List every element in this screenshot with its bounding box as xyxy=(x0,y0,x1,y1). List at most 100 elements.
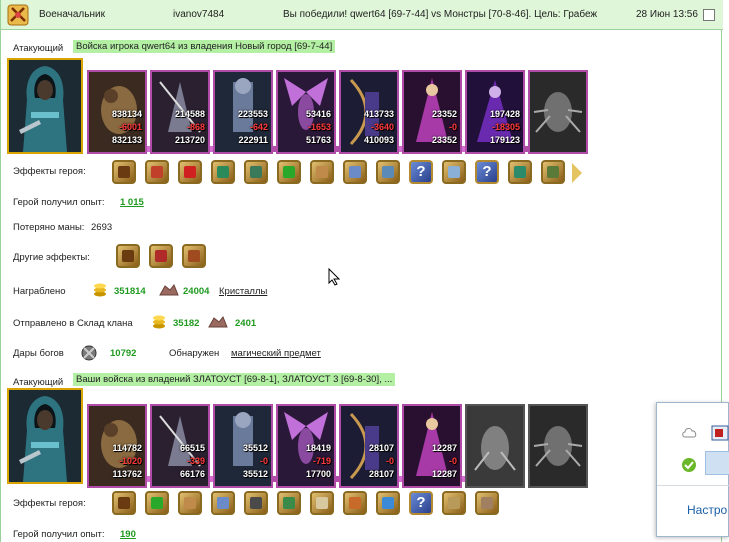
effect-mail-icon[interactable] xyxy=(376,160,400,184)
hero-exp-label: Герой получил опыт: xyxy=(13,529,105,540)
unit-total: 28107 xyxy=(368,443,394,453)
hero-exp-value[interactable]: 190 xyxy=(120,529,136,540)
select-checkbox[interactable] xyxy=(703,9,715,21)
effect-boots-icon[interactable] xyxy=(508,160,532,184)
unit-lost: -0 xyxy=(448,456,457,466)
unit-total: 214588 xyxy=(174,109,205,119)
unit-left: 35512 xyxy=(242,469,268,479)
effect-unknown-icon[interactable]: ? xyxy=(409,160,433,184)
effect-sword-icon[interactable] xyxy=(145,491,169,515)
other-effects-label: Другие эффекты: xyxy=(13,252,90,263)
screenshot-tool-icon[interactable] xyxy=(705,451,729,475)
hero-exp-value[interactable]: 1 015 xyxy=(120,197,144,208)
player-name[interactable]: ivanov7484 xyxy=(173,9,224,20)
unit-left: 17700 xyxy=(305,469,331,479)
mouse-cursor-icon xyxy=(328,268,340,286)
other-effect-shield-icon[interactable] xyxy=(116,244,140,268)
effect-handshake-icon[interactable] xyxy=(310,160,334,184)
effect-unknown-icon[interactable]: ? xyxy=(409,491,433,515)
effect-gem-icon[interactable] xyxy=(376,491,400,515)
effect-handshake-icon[interactable] xyxy=(178,491,202,515)
unit-left: 179123 xyxy=(489,135,520,145)
unit-card[interactable] xyxy=(528,70,588,154)
cloud-icon[interactable] xyxy=(681,425,699,439)
effect-shield-icon[interactable] xyxy=(112,160,136,184)
effect-amulet-icon[interactable] xyxy=(343,491,367,515)
unit-total: 23352 xyxy=(431,109,457,119)
effect-spear-icon[interactable] xyxy=(475,491,499,515)
gold-coins-icon xyxy=(153,315,165,329)
unit-lost: -868 xyxy=(186,122,205,132)
unit-lost: -0 xyxy=(448,122,457,132)
unit-card[interactable]: 18419 -719 17700 xyxy=(276,404,336,488)
hero-portrait[interactable] xyxy=(7,388,83,484)
unit-left: 213720 xyxy=(174,135,205,145)
unit-lost: -0 xyxy=(385,456,394,466)
effect-hand-icon[interactable] xyxy=(343,160,367,184)
gods-gifts-label: Дары богов xyxy=(13,348,64,359)
found-label: Обнаружен xyxy=(169,348,220,359)
effects-scroll-right-icon[interactable] xyxy=(572,163,582,183)
other-effect-warrior-icon[interactable] xyxy=(149,244,173,268)
unit-total: 18419 xyxy=(305,443,331,453)
unit-spider-knight-icon xyxy=(530,406,586,486)
other-effect-fist-icon[interactable] xyxy=(182,244,206,268)
battle-report-window: Военачальник ivanov7484 Вы победили! qwe… xyxy=(0,0,723,542)
effect-wings-icon[interactable] xyxy=(310,491,334,515)
hero-effects-label: Эффекты героя: xyxy=(13,166,86,177)
security-app-icon[interactable] xyxy=(711,425,729,441)
effect-helm-icon[interactable] xyxy=(244,160,268,184)
effect-staff-icon[interactable] xyxy=(442,491,466,515)
unit-card[interactable]: 35512 -0 35512 xyxy=(213,404,273,488)
crystals-link[interactable]: Кристаллы xyxy=(219,286,267,297)
unit-total: 413733 xyxy=(363,109,394,119)
clan-storage-gold-value: 35182 xyxy=(173,318,200,329)
battle-datetime: 28 Июн 13:56 xyxy=(636,9,698,20)
unit-total: 223553 xyxy=(237,109,268,119)
unit-card[interactable]: 114782 -1020 113762 xyxy=(87,404,147,488)
unit-card[interactable]: 223553 -642 222911 xyxy=(213,70,273,154)
unit-left: 410093 xyxy=(363,135,394,145)
army-row: 838134 -6001 832133 214588 -868 213720 2… xyxy=(5,56,588,160)
unit-left: 12287 xyxy=(431,469,457,479)
unit-card[interactable]: 197428 -18305 179123 xyxy=(465,70,525,154)
unit-card[interactable] xyxy=(465,404,525,488)
unit-card[interactable]: 413733 -3640 410093 xyxy=(339,70,399,154)
unit-card[interactable]: 28107 -0 28107 xyxy=(339,404,399,488)
unit-lost: -339 xyxy=(186,456,205,466)
unit-lost: -1653 xyxy=(307,122,331,132)
effect-ring-icon[interactable] xyxy=(244,491,268,515)
unit-card[interactable]: 23352 -0 23352 xyxy=(402,70,462,154)
unit-left: 113762 xyxy=(112,469,142,479)
settings-link[interactable]: Настро xyxy=(687,503,727,517)
popup-separator xyxy=(657,485,729,486)
effect-hand-icon[interactable] xyxy=(211,491,235,515)
unit-card[interactable]: 214588 -868 213720 xyxy=(150,70,210,154)
effect-fist-icon[interactable] xyxy=(145,160,169,184)
unit-card[interactable]: 838134 -6001 832133 xyxy=(87,70,147,154)
unit-left: 832133 xyxy=(111,135,142,145)
effect-shield-icon[interactable] xyxy=(112,491,136,515)
effect-wings-icon[interactable] xyxy=(442,160,466,184)
unit-card[interactable]: 66515 -339 66176 xyxy=(150,404,210,488)
unit-card[interactable] xyxy=(528,404,588,488)
effect-gift-icon[interactable] xyxy=(178,160,202,184)
unit-total: 838134 xyxy=(111,109,142,119)
effect-star-icon[interactable] xyxy=(277,491,301,515)
effect-cloak-icon[interactable] xyxy=(541,160,565,184)
unit-lost: -642 xyxy=(249,122,268,132)
effect-armor-icon[interactable] xyxy=(211,160,235,184)
unit-card[interactable]: 12287 -0 12287 xyxy=(402,404,462,488)
hero-assassin-icon xyxy=(9,60,81,152)
unit-total: 12287 xyxy=(431,443,457,453)
unit-left: 51763 xyxy=(305,135,331,145)
green-shield-icon[interactable] xyxy=(681,457,697,473)
crystals-icon xyxy=(159,284,179,296)
hero-portrait[interactable] xyxy=(7,58,83,154)
magic-item-link[interactable]: магический предмет xyxy=(231,348,321,359)
unit-lost: -6001 xyxy=(118,122,142,132)
effect-sword-icon[interactable] xyxy=(277,160,301,184)
unit-card[interactable]: 53416 -1653 51763 xyxy=(276,70,336,154)
hero-effects-label: Эффекты героя: xyxy=(13,498,86,509)
effect-unknown-icon[interactable]: ? xyxy=(475,160,499,184)
